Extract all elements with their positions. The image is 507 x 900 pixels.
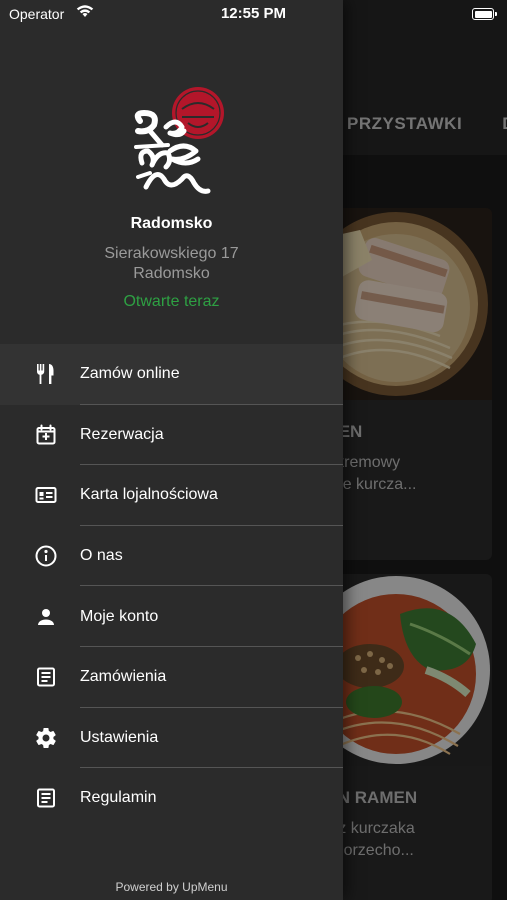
gear-icon [34,726,58,750]
tab-przystawki[interactable]: PRZYSTAWKI [347,114,462,134]
menu-item-orders[interactable]: Zamówienia [0,647,343,708]
restaurant-logo [128,87,228,197]
address-street: Sierakowskiego 17 [104,245,239,262]
document-icon [34,665,58,689]
menu-item-about[interactable]: O nas [0,526,343,587]
status-bar: Operator 12:55 PM [0,0,507,28]
menu-item-label: Zamów online [80,365,180,383]
utensils-icon [34,362,58,386]
menu-item-label: Zamówienia [80,668,167,686]
document-icon [34,786,58,810]
menu-item-label: Rezerwacja [80,425,164,443]
open-status: Otwarte teraz [123,293,220,310]
calendar-plus-icon [34,423,58,447]
tab-next[interactable]: D [502,114,507,134]
menu-item-label: Regulamin [80,789,157,807]
battery-icon [472,8,497,20]
menu-item-label: O nas [80,547,123,565]
category-tabs: PRZYSTAWKI D [343,92,507,156]
loyalty-card-icon [34,483,58,507]
clock: 12:55 PM [220,5,287,22]
drawer-header: Radomsko Sierakowskiego 17 Radomsko Otwa… [0,0,343,344]
menu-item-loyalty-card[interactable]: Karta lojalnościowa [0,465,343,526]
restaurant-name: Radomsko [130,215,213,232]
person-icon [34,605,58,629]
menu-item-reservation[interactable]: Rezerwacja [0,405,343,466]
navigation-drawer: Radomsko Sierakowskiego 17 Radomsko Otwa… [0,0,343,900]
menu-item-settings[interactable]: Ustawienia [0,708,343,769]
menu-item-label: Karta lojalnościowa [80,486,218,504]
menu-item-label: Moje konto [80,607,159,625]
drawer-menu: Zamów online Rezerwacja Karta lojalności… [0,344,343,829]
menu-item-order-online[interactable]: Zamów online [0,344,343,405]
menu-item-my-account[interactable]: Moje konto [0,586,343,647]
powered-by: Powered by UpMenu [115,880,228,894]
menu-item-terms[interactable]: Regulamin [0,768,343,829]
address-city: Radomsko [133,265,210,282]
menu-item-label: Ustawienia [80,728,159,746]
info-icon [34,544,58,568]
